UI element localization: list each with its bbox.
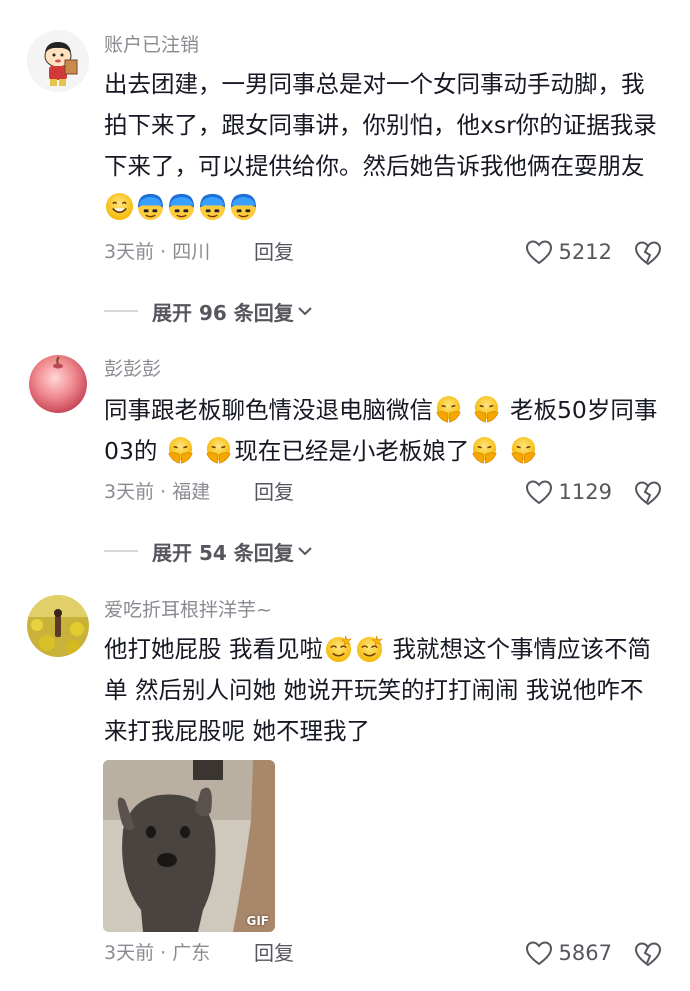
blue-hair-emoji-icon (136, 192, 165, 221)
expand-replies-button[interactable]: 展开 54 条回复 (104, 539, 313, 565)
expand-replies-label: 展开 54 条回复 (152, 540, 294, 565)
comment-item: 爱吃折耳根拌洋芋~ 他打她屁股 我看见啦 我就想这个事情应该不简单 然后别人问她… (0, 590, 690, 991)
covering-face-emoji-icon (204, 436, 233, 465)
cartoon-avatar-icon (27, 30, 89, 92)
comment-text-content: 同事跟老板聊色情没退电脑微信 (104, 396, 433, 424)
heart-icon (525, 480, 552, 505)
smile-emoji-icon (105, 192, 134, 221)
broken-heart-icon[interactable] (634, 479, 662, 507)
comment-meta: 3天前 · 广东 (104, 942, 211, 964)
covering-face-emoji-icon (470, 436, 499, 465)
covering-face-emoji-icon (509, 436, 538, 465)
gif-badge: GIF (246, 914, 269, 928)
blue-hair-emoji-icon (229, 192, 258, 221)
covering-face-emoji-icon (472, 395, 501, 424)
comment-text-content: 出去团建，一男同事总是对一个女同事动手动脚，我拍下来了，跟女同事讲，你别怕，他x… (104, 70, 657, 180)
broken-heart-icon[interactable] (634, 940, 662, 968)
comment-text: 他打她屁股 我看见啦 我就想这个事情应该不简单 然后别人问她 她说开玩笑的打打闹… (104, 629, 664, 752)
reply-button[interactable]: 回复 (254, 240, 294, 264)
like-count: 5212 (558, 240, 612, 264)
comment-meta: 3天前 · 福建 (104, 481, 211, 503)
covering-face-emoji-icon (434, 395, 463, 424)
comment-username[interactable]: 彭彭彭 (104, 357, 161, 381)
dizzy-face-emoji-icon (324, 634, 353, 663)
divider-line (104, 550, 138, 552)
dizzy-face-emoji-icon (355, 634, 384, 663)
comment-username[interactable]: 账户已注销 (104, 33, 199, 57)
blue-hair-emoji-icon (167, 192, 196, 221)
comment-text-content: 现在已经是小老板娘了 (234, 437, 470, 465)
broken-heart-icon[interactable] (634, 239, 662, 267)
chevron-down-icon (298, 307, 312, 316)
heart-icon (525, 240, 552, 265)
like-button[interactable]: 5212 (525, 237, 612, 267)
reply-button[interactable]: 回复 (254, 941, 294, 965)
comment-text-content: 他打她屁股 我看见啦 (104, 635, 323, 663)
divider-line (104, 310, 138, 312)
comment-text: 同事跟老板聊色情没退电脑微信 老板50岁同事03的 现在已经是小老板娘了 (104, 390, 664, 472)
covering-face-emoji-icon (166, 436, 195, 465)
comment-item: 彭彭彭 同事跟老板聊色情没退电脑微信 老板50岁同事03的 现在已经是小老板娘了… (0, 330, 690, 590)
comment-text: 出去团建，一男同事总是对一个女同事动手动脚，我拍下来了，跟女同事讲，你别怕，他x… (104, 64, 664, 228)
dog-gif-picture (103, 760, 275, 932)
avatar[interactable] (27, 352, 89, 414)
comment-meta: 3天前 · 四川 (104, 241, 211, 263)
blue-hair-emoji-icon (198, 192, 227, 221)
apple-avatar-icon (27, 352, 89, 414)
reply-button[interactable]: 回复 (254, 480, 294, 504)
avatar[interactable] (27, 30, 89, 92)
avatar[interactable] (27, 595, 89, 657)
expand-replies-label: 展开 96 条回复 (152, 300, 294, 325)
gif-image[interactable]: GIF (103, 760, 275, 932)
chevron-down-icon (298, 547, 312, 556)
comment-username[interactable]: 爱吃折耳根拌洋芋~ (104, 598, 272, 622)
like-button[interactable]: 1129 (525, 477, 612, 507)
comment-item: 账户已注销 出去团建，一男同事总是对一个女同事动手动脚，我拍下来了，跟女同事讲，… (0, 0, 690, 330)
like-count: 5867 (558, 941, 612, 965)
heart-icon (525, 941, 552, 966)
like-count: 1129 (558, 480, 612, 504)
flower-field-avatar-icon (27, 595, 89, 657)
expand-replies-button[interactable]: 展开 96 条回复 (104, 299, 313, 325)
like-button[interactable]: 5867 (525, 938, 612, 968)
